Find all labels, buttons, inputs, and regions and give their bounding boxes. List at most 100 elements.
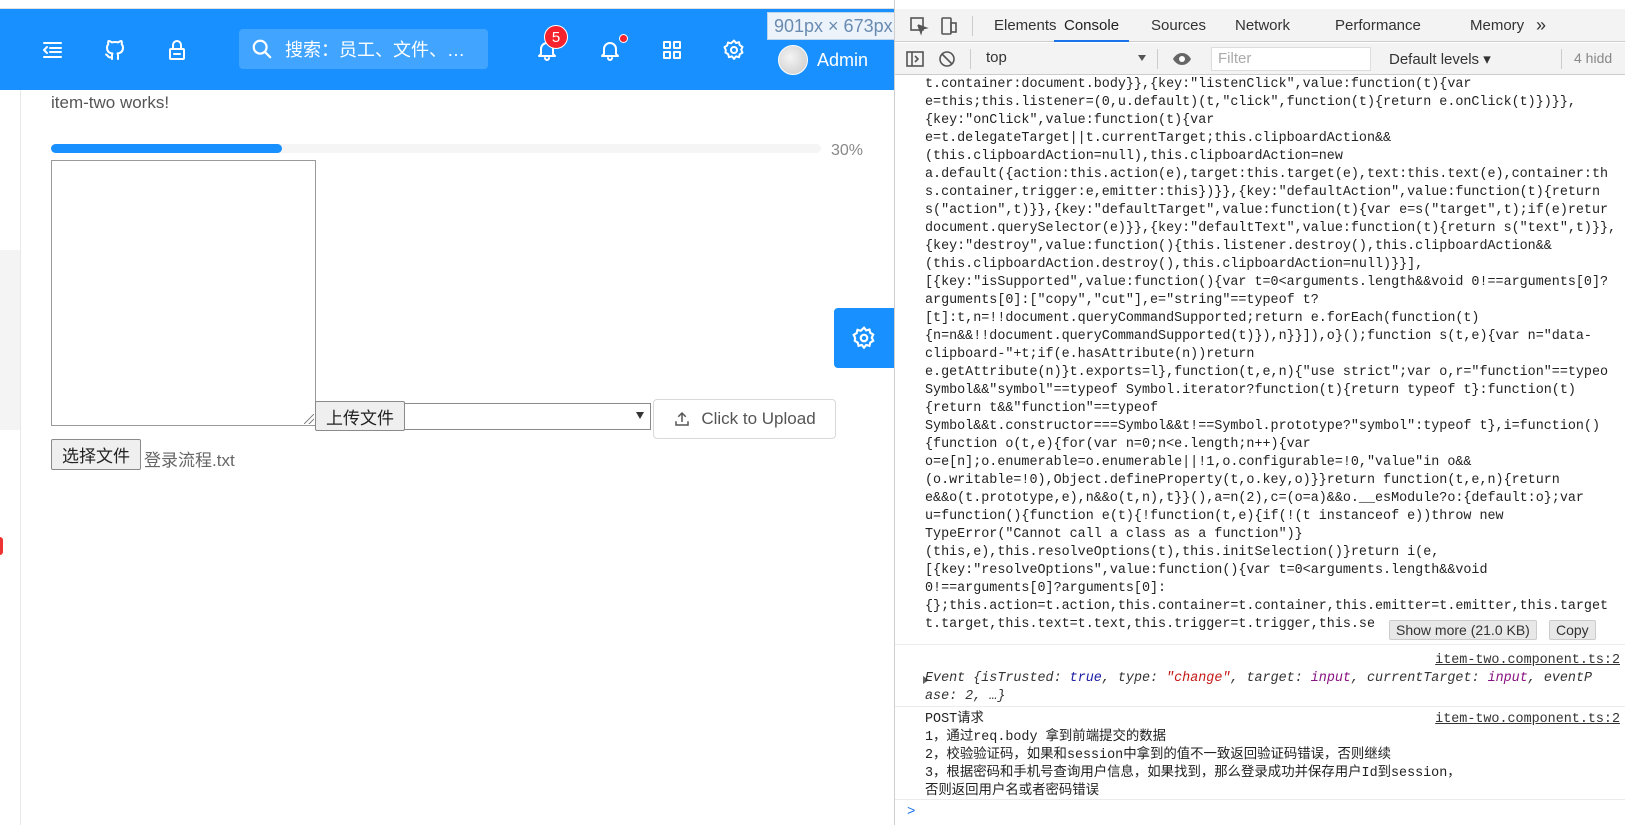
event-text: , eventP	[1527, 671, 1593, 686]
code-line: Symbol&&t.constructor===Symbol&&t!==Symb…	[925, 419, 1600, 434]
context-label: top	[986, 49, 1007, 66]
progress-label: 30%	[831, 142, 864, 159]
search-box[interactable]: 搜索：员工、文件、…	[239, 29, 488, 69]
gear-icon	[852, 326, 875, 350]
click-to-upload-button[interactable]: Click to Upload	[653, 399, 836, 439]
notification-count-badge: 5	[544, 25, 568, 49]
event-text: , currentTarget:	[1350, 671, 1488, 686]
code-line: clipboard-"+t;if(e.hasAttribute(n))retur…	[925, 347, 1255, 362]
lock-button[interactable]	[160, 33, 194, 67]
user-name[interactable]: Admin	[817, 50, 868, 71]
tabbar-separator	[972, 16, 973, 36]
github-button[interactable]	[98, 33, 132, 67]
choose-file-button[interactable]: 选择文件	[51, 439, 141, 470]
app-header: 搜索：员工、文件、… 5 Admin	[0, 9, 901, 90]
code-line: s.container,trigger:e,emitter:this})}},{…	[925, 185, 1600, 200]
code-line: [{key:"resolveOptions",value:function(){…	[925, 563, 1488, 578]
console-code-output: t.container:document.body}},{key:"listen…	[925, 76, 1625, 634]
code-line: 0!==arguments[0]?arguments[0]:	[925, 581, 1167, 596]
inspect-button[interactable]	[909, 16, 929, 36]
show-more-button[interactable]: Show more (21.0 KB)	[1389, 620, 1537, 640]
code-line: (this,e),this.resolveOptions(t),this.ini…	[925, 545, 1440, 560]
event-text: , type:	[1101, 671, 1167, 686]
code-line: document.querySelector(e)}},{key:"defaul…	[925, 221, 1617, 236]
sidebar-icon	[906, 51, 924, 67]
sidebar-toggle-button[interactable]	[905, 49, 925, 69]
top-border	[0, 0, 901, 9]
block-icon	[939, 51, 955, 67]
log-separator	[895, 644, 1625, 645]
event-log-entry[interactable]: Event {isTrusted: true, type: "change", …	[925, 670, 1592, 688]
code-line: {return t&&"function"==typeof	[925, 401, 1159, 416]
settings-button[interactable]	[717, 33, 751, 67]
devtools-panel: Elements Console Sources Network Perform…	[894, 0, 1625, 825]
hidden-count: 4 hidd	[1574, 50, 1613, 66]
upload-file-button[interactable]: 上传文件	[315, 401, 405, 431]
tab-network[interactable]: Network	[1235, 9, 1290, 42]
code-line: {};this.action=t.action,this.container=t…	[925, 599, 1609, 614]
grid-icon	[663, 41, 681, 59]
event-log-entry-cont: ase: 2, …}	[925, 689, 1006, 704]
toolbar-separator	[1157, 49, 1158, 69]
device-icon	[941, 17, 957, 35]
console-prompt[interactable]: >	[907, 804, 915, 820]
menu-fold-button[interactable]	[35, 33, 69, 67]
resize-handle[interactable]	[304, 414, 314, 424]
apps-button[interactable]	[655, 33, 689, 67]
code-line: Symbol&&"symbol"==typeof Symbol.iterator…	[925, 383, 1576, 398]
code-line: u=function(){function e(t){!function(t,e…	[925, 509, 1504, 524]
tab-sources[interactable]: Sources	[1151, 9, 1206, 42]
menu-fold-icon	[43, 42, 62, 58]
context-selector[interactable]: top	[986, 49, 1146, 69]
progress-bar	[51, 144, 821, 153]
upload-icon	[675, 411, 690, 426]
event-value: "change"	[1166, 671, 1231, 686]
clear-console-button[interactable]	[937, 49, 957, 69]
code-line: [{key:"isSupported",value:function(){var…	[925, 275, 1609, 290]
avatar[interactable]	[778, 45, 808, 75]
theme-settings-button[interactable]	[834, 308, 894, 368]
tab-console[interactable]: Console	[1054, 9, 1130, 42]
device-toggle-button[interactable]	[939, 16, 959, 36]
code-line: t.container:document.body}},{key:"listen…	[925, 77, 1472, 92]
event-text: , target:	[1230, 671, 1311, 686]
event-value: input	[1487, 671, 1528, 686]
more-tabs-button[interactable]: »	[1536, 9, 1546, 42]
search-icon	[252, 39, 272, 59]
code-line: (this.clipboardAction.destroy(),this.cli…	[925, 257, 1424, 272]
message-line: 3，根据密码和手机号查询用户信息，如果找到，那么登录成功并保存用户Id到sess…	[925, 766, 1461, 781]
code-line: (this.clipboardAction=null),this.clipboa…	[925, 149, 1343, 164]
viewport-size-tooltip: 901px × 673px	[767, 12, 900, 40]
code-line: {key:"onClick",value:function(t){var	[925, 113, 1215, 128]
tab-elements[interactable]: Elements	[994, 9, 1057, 42]
copy-button[interactable]: Copy	[1549, 620, 1596, 640]
tab-memory[interactable]: Memory	[1470, 9, 1524, 42]
search-placeholder: 搜索：员工、文件、…	[285, 40, 465, 60]
live-expression-button[interactable]	[1172, 49, 1192, 69]
code-line: {key:"destroy",value:function(){this.lis…	[925, 239, 1552, 254]
code-line: TypeError("Cannot call a class as a func…	[925, 527, 1303, 542]
code-line: e&&o(t.prototype,e),n&&o(t,n),t}}(),a=n(…	[925, 491, 1584, 506]
filter-input[interactable]: Filter	[1211, 47, 1371, 71]
devtools-tabbar: Elements Console Sources Network Perform…	[895, 9, 1625, 42]
log-source-link[interactable]: item-two.component.ts:2	[1435, 712, 1620, 727]
console-toolbar: top Filter Default levels ▾ 4 hidd	[895, 43, 1625, 75]
log-levels-dropdown[interactable]: Default levels ▾	[1389, 50, 1491, 68]
code-line: arguments[0]:["copy","cut"],e="string"==…	[925, 293, 1319, 308]
code-line: e=this;this.listener=(0,u.default)(t,"cl…	[925, 95, 1576, 110]
select-dropdown[interactable]	[404, 403, 651, 430]
message-line: POST请求	[925, 712, 984, 727]
console-output: t.container:document.body}},{key:"listen…	[895, 76, 1625, 825]
text-area[interactable]	[51, 160, 316, 426]
code-line: s("action",t)}},{key:"defaultTarget",val…	[925, 203, 1609, 218]
component-text: item-two works!	[51, 93, 170, 112]
code-line: {function o(t,e){for(var n=0;n<e.length;…	[925, 437, 1311, 452]
code-line: e.getAttribute(n)}t.exports=l},function(…	[925, 365, 1609, 380]
message-line: 2，校验验证码，如果和session中拿到的值不一致返回验证码错误，否则继续	[925, 748, 1392, 763]
message-line: 1，通过req.body 拿到前端提交的数据	[925, 730, 1167, 745]
sidebar-divider	[20, 90, 21, 825]
log-source-link[interactable]: item-two.component.ts:2	[1435, 653, 1620, 668]
tab-performance[interactable]: Performance	[1335, 9, 1421, 42]
code-line: [t]:t,n=!!document.queryCommandSupported…	[925, 311, 1480, 326]
chevron-down-icon	[636, 412, 644, 419]
